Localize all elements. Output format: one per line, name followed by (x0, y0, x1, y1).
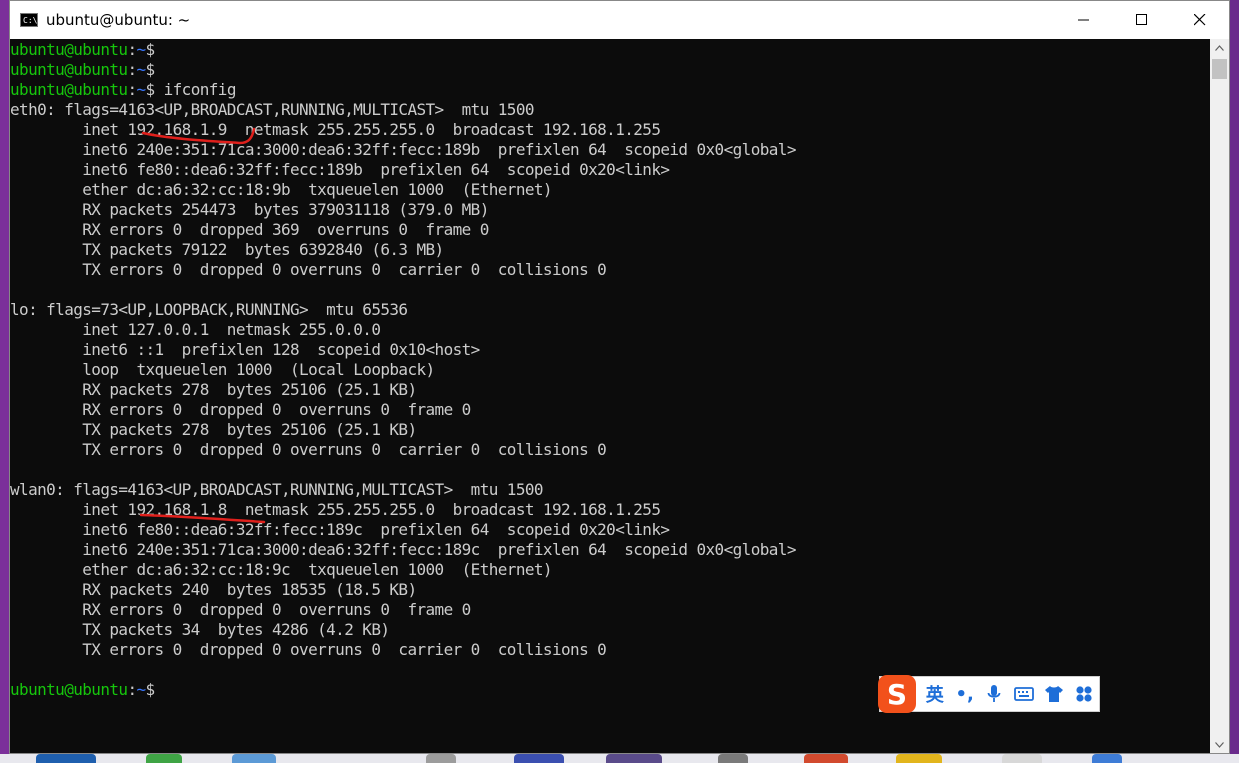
prompt-symbol: $ (145, 60, 156, 79)
output-line: RX errors 0 dropped 0 overruns 0 frame 0 (10, 400, 471, 419)
keyboard-icon[interactable] (1009, 679, 1039, 709)
output-line: wlan0: flags=4163<UP,BROADCAST,RUNNING,M… (10, 480, 544, 499)
taskbar-item[interactable] (1002, 754, 1042, 763)
close-icon (1194, 14, 1206, 26)
maximize-icon (1136, 14, 1147, 25)
output-line: TX packets 34 bytes 4286 (4.2 KB) (10, 620, 390, 639)
output-line: TX errors 0 dropped 0 overruns 0 carrier… (10, 440, 607, 459)
microphone-icon[interactable] (980, 679, 1010, 709)
output-line: ether dc:a6:32:cc:18:9b txqueuelen 1000 … (10, 180, 552, 199)
taskbar-item[interactable] (896, 754, 942, 763)
cmd-console-icon: C:\. (20, 13, 42, 27)
prompt-user: ubuntu@ubuntu (10, 680, 128, 699)
output-line: lo: flags=73<UP,LOOPBACK,RUNNING> mtu 65… (10, 300, 408, 319)
taskbar-item[interactable] (718, 754, 748, 763)
output-line: inet6 fe80::dea6:32ff:fecc:189c prefixle… (10, 520, 670, 539)
maximize-button[interactable] (1113, 1, 1171, 39)
output-line: eth0: flags=4163<UP,BROADCAST,RUNNING,MU… (10, 100, 535, 119)
prompt-symbol: $ (145, 680, 156, 699)
output-line: inet 192.168.1.8 netmask 255.255.255.0 b… (10, 500, 661, 519)
prompt-path: ~ (136, 80, 146, 99)
close-button[interactable] (1171, 1, 1229, 39)
prompt-user: ubuntu@ubuntu (10, 40, 128, 59)
terminal-window: C:\. ubuntu@ubuntu: ~ ubuntu@ubuntu:~$ ub… (9, 0, 1230, 754)
output-line: inet6 fe80::dea6:32ff:fecc:189b prefixle… (10, 160, 670, 179)
taskbar-item[interactable] (1092, 754, 1122, 763)
vertical-scrollbar[interactable] (1210, 39, 1229, 753)
prompt-path: ~ (136, 40, 146, 59)
output-line: inet 127.0.0.1 netmask 255.0.0.0 (10, 320, 381, 339)
output-line: RX errors 0 dropped 0 overruns 0 frame 0 (10, 600, 471, 619)
output-line: TX packets 79122 bytes 6392840 (6.3 MB) (10, 240, 444, 259)
prompt-user: ubuntu@ubuntu (10, 60, 128, 79)
prompt-path: ~ (136, 60, 146, 79)
output-line: inet6 240e:351:71ca:3000:dea6:32ff:fecc:… (10, 540, 796, 559)
prompt-line: ubuntu@ubuntu:~$ ifconfig (10, 80, 796, 100)
scroll-up-button[interactable] (1210, 39, 1229, 56)
taskbar-item[interactable] (514, 754, 564, 763)
taskbar-item[interactable] (804, 754, 848, 763)
title-bar[interactable]: C:\. ubuntu@ubuntu: ~ (10, 1, 1229, 39)
window-title: ubuntu@ubuntu: ~ (46, 11, 191, 29)
toolbox-grid-icon[interactable] (1069, 679, 1099, 709)
output-line: inet6 ::1 prefixlen 128 scopeid 0x10<hos… (10, 340, 480, 359)
minimize-icon (1078, 19, 1089, 21)
output-line: TX errors 0 dropped 0 overruns 0 carrier… (10, 640, 607, 659)
output-line: inet 192.168.1.9 netmask 255.255.255.0 b… (10, 120, 661, 139)
prompt-line: ubuntu@ubuntu:~$ (10, 40, 796, 60)
taskbar-item[interactable] (36, 754, 96, 763)
punctuation-toggle[interactable]: •, (950, 679, 980, 709)
taskbar-item[interactable] (232, 754, 276, 763)
prompt-symbol: $ (145, 80, 156, 99)
minimize-button[interactable] (1055, 1, 1113, 39)
chevron-up-icon (1215, 44, 1224, 51)
terminal-output[interactable]: ubuntu@ubuntu:~$ ubuntu@ubuntu:~$ ubuntu@u… (10, 39, 1211, 753)
taskbar-item[interactable] (606, 754, 662, 763)
prompt-user: ubuntu@ubuntu (10, 80, 128, 99)
taskbar (0, 754, 1239, 763)
output-line: RX packets 240 bytes 18535 (18.5 KB) (10, 580, 417, 599)
output-line: RX errors 0 dropped 369 overruns 0 frame… (10, 220, 489, 239)
output-line: RX packets 278 bytes 25106 (25.1 KB) (10, 380, 417, 399)
prompt-line: ubuntu@ubuntu:~$ (10, 60, 796, 80)
red-underline-annotation-eth0 (141, 127, 256, 145)
scroll-down-button[interactable] (1210, 736, 1229, 753)
output-line: TX packets 278 bytes 25106 (25.1 KB) (10, 420, 417, 439)
scrollbar-thumb[interactable] (1212, 59, 1227, 79)
prompt-line: ubuntu@ubuntu:~$ (10, 680, 796, 700)
output-line: RX packets 254473 bytes 379031118 (379.0… (10, 200, 489, 219)
skin-shirt-icon[interactable] (1039, 679, 1069, 709)
input-mode-toggle[interactable]: 英 (920, 679, 950, 709)
ime-toolbar[interactable]: S 英 •, (878, 675, 1100, 713)
output-line: loop txqueuelen 1000 (Local Loopback) (10, 360, 435, 379)
chevron-down-icon (1215, 741, 1224, 748)
output-line: ether dc:a6:32:cc:18:9c txqueuelen 1000 … (10, 560, 552, 579)
taskbar-item[interactable] (426, 754, 456, 763)
sogou-logo-icon[interactable]: S (878, 675, 916, 713)
prompt-symbol: $ (145, 40, 156, 59)
output-line: TX errors 0 dropped 0 overruns 0 carrier… (10, 260, 607, 279)
command-text: ifconfig (154, 80, 237, 99)
output-line: inet6 240e:351:71ca:3000:dea6:32ff:fecc:… (10, 140, 796, 159)
taskbar-item[interactable] (146, 754, 182, 763)
prompt-path: ~ (136, 680, 146, 699)
red-underline-annotation-wlan0 (139, 513, 266, 524)
terminal-lines: ubuntu@ubuntu:~$ ubuntu@ubuntu:~$ ubuntu@u… (10, 39, 796, 700)
